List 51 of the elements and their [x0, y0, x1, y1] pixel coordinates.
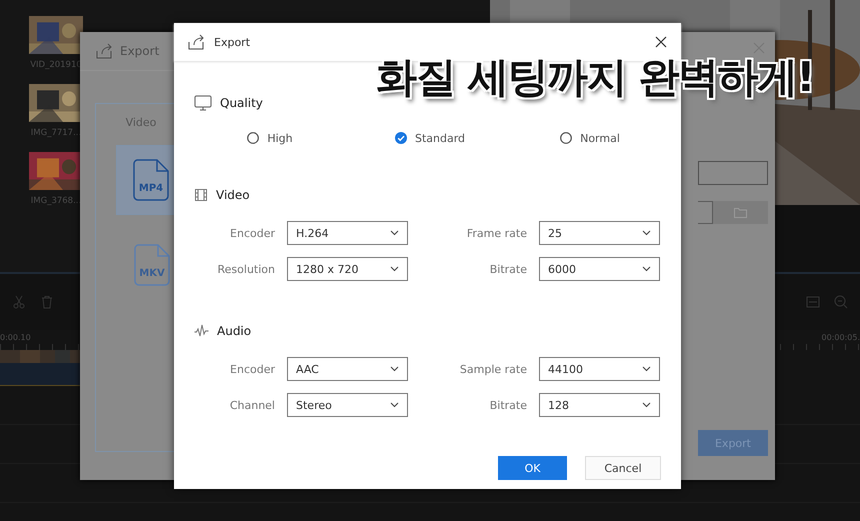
dropdown[interactable]: H.264	[287, 221, 408, 245]
ok-button[interactable]: OK	[498, 456, 567, 480]
monitor-icon	[194, 95, 212, 111]
cancel-button[interactable]: Cancel	[585, 456, 661, 480]
file-icon	[134, 244, 170, 286]
export-icon	[96, 43, 114, 59]
dropdown[interactable]: AAC	[287, 357, 408, 381]
waveform-icon	[194, 324, 209, 338]
timecode: 00:00:05.	[822, 332, 860, 342]
section-title: Quality	[220, 96, 263, 110]
browse-button[interactable]	[713, 201, 768, 224]
section-title: Audio	[217, 324, 252, 338]
folder-icon	[734, 208, 747, 218]
close-button[interactable]	[655, 36, 667, 48]
chevron-icon	[642, 366, 651, 372]
chevron-icon	[390, 266, 399, 272]
chevron-icon	[390, 230, 399, 236]
timecode: 0:00.10	[0, 332, 31, 342]
scissors-icon[interactable]	[12, 295, 26, 309]
dropdown[interactable]: 1280 x 720	[287, 257, 408, 281]
chevron-icon	[390, 402, 399, 408]
chevron-icon	[390, 366, 399, 372]
chevron-icon	[642, 230, 651, 236]
chevron-icon	[642, 266, 651, 272]
radio-option[interactable]: Normal	[510, 129, 670, 147]
radio-option[interactable]: Standard	[350, 129, 510, 147]
field-label: Sample rate	[458, 362, 527, 376]
dropdown[interactable]: Stereo	[287, 393, 408, 417]
field-label: Frame rate	[466, 226, 527, 240]
dialog-title: Export	[120, 44, 160, 58]
trash-icon[interactable]	[40, 295, 54, 309]
field-label: Encoder	[229, 226, 275, 240]
field-label: Resolution	[216, 262, 275, 276]
film-icon	[194, 188, 208, 202]
dropdown[interactable]: 128	[539, 393, 660, 417]
section-title: Video	[216, 188, 250, 202]
radio-option[interactable]: High	[190, 129, 350, 147]
dialog-title: Export	[214, 36, 250, 48]
field-label: Channel	[228, 398, 275, 412]
dropdown[interactable]: 25	[539, 221, 660, 245]
dropdown[interactable]: 6000	[539, 257, 660, 281]
dropdown[interactable]: 44100	[539, 357, 660, 381]
field-label: Encoder	[229, 362, 275, 376]
zoom-out-icon[interactable]	[834, 295, 848, 309]
field-label: Bitrate	[488, 398, 527, 412]
input-field[interactable]	[698, 161, 768, 185]
file-icon	[133, 159, 169, 201]
field-label: Bitrate	[488, 262, 527, 276]
export-icon	[188, 34, 206, 50]
chevron-icon	[642, 402, 651, 408]
fit-icon[interactable]	[806, 295, 820, 309]
